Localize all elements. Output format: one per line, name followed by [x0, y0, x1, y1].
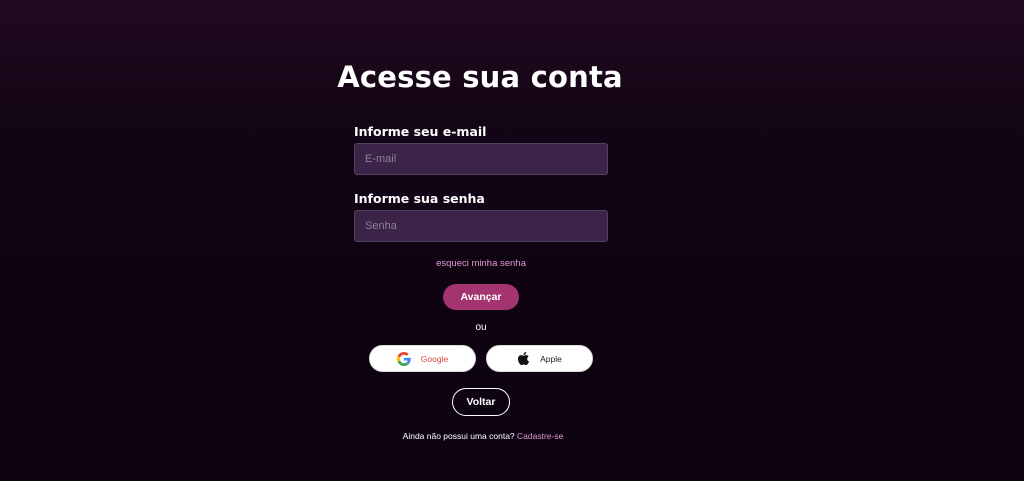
email-input[interactable]	[354, 143, 608, 175]
google-icon	[396, 351, 411, 366]
signup-link[interactable]: Cadastre-se	[517, 431, 563, 441]
back-button[interactable]: Voltar	[452, 388, 510, 416]
submit-button[interactable]: Avançar	[443, 284, 519, 310]
page-title: Acesse sua conta	[337, 60, 623, 94]
apple-label: Apple	[540, 353, 562, 364]
signup-prompt-text: Ainda não possui uma conta?	[402, 431, 515, 441]
or-separator: ou	[475, 322, 487, 333]
password-input[interactable]	[354, 210, 608, 242]
apple-icon	[517, 351, 530, 366]
password-label: Informe sua senha	[354, 191, 485, 206]
google-label: Google	[420, 353, 449, 364]
forgot-password-link[interactable]: esqueci minha senha	[0, 258, 962, 269]
apple-login-button[interactable]: Apple	[486, 345, 593, 372]
email-label: Informe seu e-mail	[354, 124, 487, 139]
google-login-button[interactable]: Google	[369, 345, 476, 372]
signup-prompt: Ainda não possui uma conta? Cadastre-se	[0, 431, 966, 441]
